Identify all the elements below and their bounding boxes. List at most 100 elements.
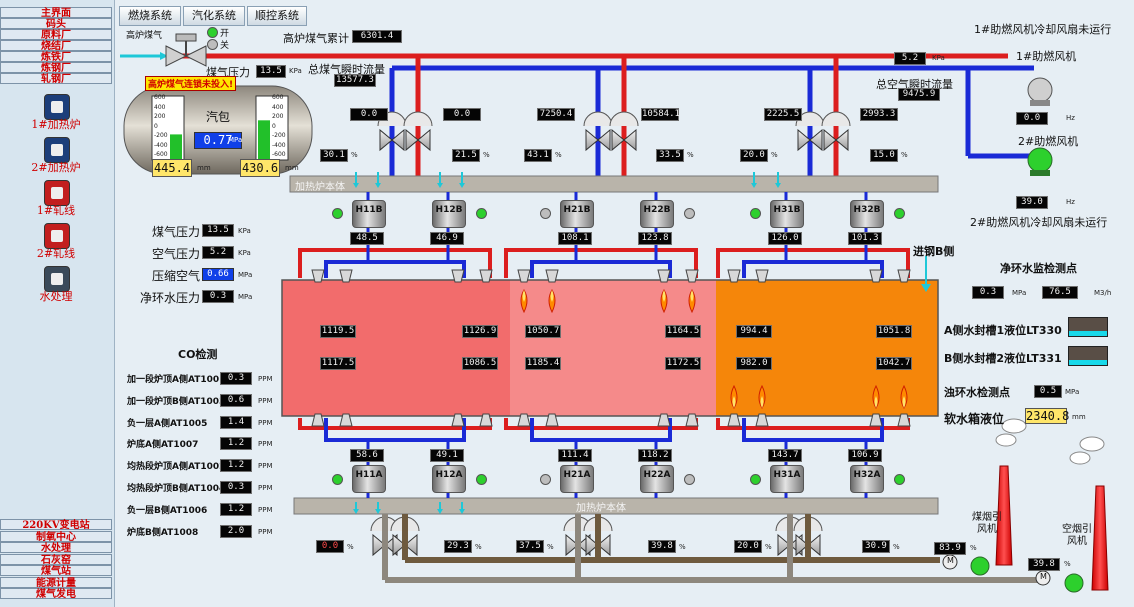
bottom-burner-value: 118.2	[638, 449, 672, 462]
bottom-burner-H12A[interactable]: H12A	[432, 465, 466, 493]
drum-left-level: 445.4	[152, 159, 192, 177]
bottom-burner-value: 58.6	[350, 449, 384, 462]
top-burner-value: 126.0	[768, 232, 802, 245]
top-burner-H32B[interactable]: H32B	[850, 200, 884, 228]
top-valve-opening: 43.1	[524, 149, 552, 162]
bottom-burner-value: 111.4	[558, 449, 592, 462]
side-param-value-3: 0.3	[202, 290, 234, 303]
zone-2-temp-bot-right: 1172.5	[665, 357, 701, 370]
gas-exhaust-fan-icon	[970, 556, 990, 576]
co-item-value-3: 1.2	[220, 437, 252, 451]
bottom-burner-label: H12A	[435, 470, 463, 480]
water-pressure-value: 0.3	[972, 286, 1004, 299]
fan1-status: 1#助燃风机冷却风扇未运行	[974, 23, 1112, 36]
top-burner-H12B[interactable]: H12B	[432, 200, 466, 228]
gas-close-indicator	[207, 39, 218, 50]
gas-shutoff-valve	[165, 45, 188, 67]
air-exhaust-fan-label: 空烟引风机	[1062, 524, 1092, 547]
top-burner-H22B[interactable]: H22B	[640, 200, 674, 228]
zone-3-temp-top-right: 1051.8	[876, 325, 912, 338]
bottom-burner-H22A[interactable]: H22A	[640, 465, 674, 493]
drum-scale-left-tick: 600	[154, 94, 166, 101]
drum-label: 汽包	[206, 110, 231, 124]
co-item-value-6: 1.2	[220, 502, 252, 516]
gas-open-indicator	[207, 27, 218, 38]
zone-2-temp-top-left: 1050.7	[525, 325, 561, 338]
bottom-valve-opening: 0.0	[316, 540, 344, 553]
side-param-label-1: 空气压力	[152, 247, 201, 261]
top-burner-value: 46.9	[430, 232, 464, 245]
co-item-label-7: 炉底B侧AT1008	[127, 527, 199, 538]
bottom-burner-label: H32A	[853, 470, 881, 480]
top-burner-label: H12B	[435, 205, 463, 215]
soft-water-value: 2340.8	[1025, 408, 1070, 424]
bottom-burner-status	[476, 474, 487, 485]
side-param-value-1: 5.2	[202, 246, 234, 259]
tank-b-label: B侧水封槽2液位LT331	[944, 352, 1062, 365]
top-flow-value: 2225.5	[764, 108, 802, 121]
top-burner-value: 48.5	[350, 232, 384, 245]
air-fan-motor-label: M	[1040, 572, 1047, 581]
side-param-label-2: 压缩空气	[152, 269, 201, 283]
zone-1-temp-bot-left: 1117.5	[320, 357, 356, 370]
top-flow-value: 10584.1	[641, 108, 680, 121]
gas-pressure-value: 13.5	[256, 65, 286, 78]
top-burner-H31B[interactable]: H31B	[770, 200, 804, 228]
co-item-value-1: 0.6	[220, 393, 252, 407]
zone-1-temp-top-right: 1126.9	[462, 325, 498, 338]
co-item-label-1: 加一段炉顶B侧AT1003	[127, 396, 226, 407]
co-title: CO检测	[178, 348, 218, 361]
co-item-label-2: 负一层A侧AT1005	[127, 418, 208, 429]
side-param-label-3: 净环水压力	[140, 291, 201, 305]
gas-label: 高炉煤气	[126, 31, 163, 41]
fan2-status: 2#助燃风机冷却风扇未运行	[970, 216, 1108, 229]
bottom-burner-value: 106.9	[848, 449, 882, 462]
zone-1-temp-bot-right: 1086.5	[462, 357, 498, 370]
lower-header-label: 加热炉本体	[576, 503, 626, 514]
upper-header-label: 加热炉本体	[295, 182, 345, 193]
top-burner-status	[684, 208, 695, 219]
top-valve-opening: 21.5	[452, 149, 480, 162]
top-burner-status	[332, 208, 343, 219]
co-item-label-3: 炉底A侧AT1007	[127, 440, 199, 451]
top-burner-H21B[interactable]: H21B	[560, 200, 594, 228]
air-exhaust-fan-icon	[1064, 573, 1084, 593]
bottom-burner-H21A[interactable]: H21A	[560, 465, 594, 493]
top-burner-status	[750, 208, 761, 219]
co-item-label-5: 均热段炉顶B侧AT1004	[127, 484, 226, 494]
co-item-label-0: 加一段炉顶A侧AT1001	[127, 375, 226, 385]
side-param-value-0: 13.5	[202, 224, 234, 237]
top-burner-status	[894, 208, 905, 219]
top-valve-opening: 33.5	[656, 149, 684, 162]
drum-scale-right-tick: -200	[272, 132, 286, 139]
bottom-burner-H32A[interactable]: H32A	[850, 465, 884, 493]
gas-total-value: 6301.4	[352, 30, 402, 43]
gas-close-label: 关	[220, 41, 230, 51]
bottom-burner-status	[894, 474, 905, 485]
top-burner-status	[476, 208, 487, 219]
dirty-water-value: 0.5	[1034, 385, 1062, 398]
bottom-valve-opening: 30.9	[862, 540, 890, 553]
bottom-burner-value: 49.1	[430, 449, 464, 462]
drum-scale-left-tick: 200	[154, 113, 166, 120]
co-item-label-6: 负一层B侧AT1006	[127, 505, 208, 516]
gas-exhaust-fan-label: 煤烟引风机	[972, 512, 1002, 535]
bottom-burner-H31A[interactable]: H31A	[770, 465, 804, 493]
upper-furnace-header	[289, 175, 939, 193]
bottom-burner-H11A[interactable]: H11A	[352, 465, 386, 493]
top-burner-H11B[interactable]: H11B	[352, 200, 386, 228]
gas-flow-value: 13577.3	[334, 74, 376, 87]
top-flow-value: 0.0	[350, 108, 388, 121]
tank-a-level	[1068, 317, 1108, 337]
fan1-value: 0.0	[1016, 112, 1048, 125]
zone-3-temp-top-left: 994.4	[736, 325, 772, 338]
zone-2-temp-bot-left: 1185.4	[525, 357, 561, 370]
drum-scale-right-tick: 600	[272, 94, 284, 101]
bottom-valve-opening: 20.0	[734, 540, 762, 553]
co-item-value-5: 0.3	[220, 481, 252, 494]
top-valve-opening: 30.1	[320, 149, 348, 162]
bottom-valve-opening: 37.5	[516, 540, 544, 553]
zone-3-temp-bot-left: 982.0	[736, 357, 772, 370]
gas-interlock-warning: 高炉煤气连锁未投入!	[145, 76, 237, 91]
top-burner-label: H11B	[355, 205, 383, 215]
